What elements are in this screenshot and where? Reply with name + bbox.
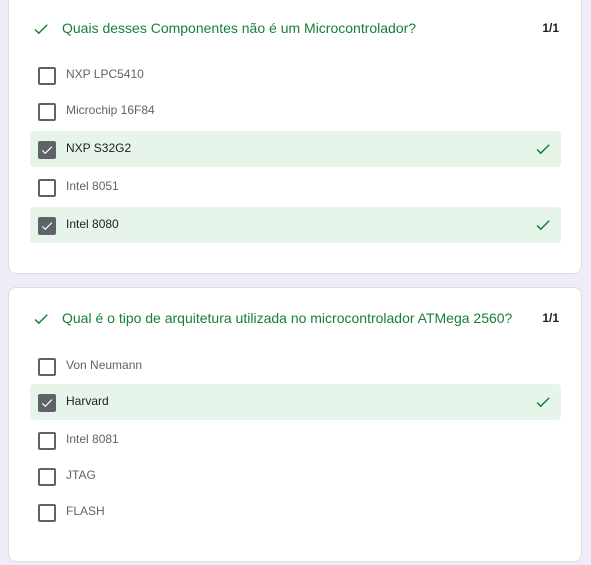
- option-item-correct[interactable]: Harvard: [30, 384, 561, 420]
- question-score: 1/1: [542, 21, 559, 35]
- checkbox[interactable]: [38, 504, 56, 522]
- option-label: NXP S32G2: [66, 141, 132, 155]
- question-card-2: Qual é o tipo de arquitetura utilizada n…: [8, 287, 582, 562]
- option-item-correct[interactable]: Intel 8080: [30, 207, 561, 243]
- checkbox-checked[interactable]: [38, 394, 56, 412]
- option-label: Harvard: [66, 394, 109, 408]
- checkbox[interactable]: [38, 432, 56, 450]
- checkbox[interactable]: [38, 67, 56, 85]
- checkbox-checked[interactable]: [38, 217, 56, 235]
- correct-check-icon: [536, 397, 550, 408]
- option-label: Von Neumann: [66, 358, 143, 372]
- option-item[interactable]: Microchip 16F84: [30, 93, 561, 129]
- checkbox-checked[interactable]: [38, 141, 56, 159]
- checkbox[interactable]: [38, 468, 56, 486]
- option-item[interactable]: JTAG: [30, 458, 561, 494]
- checkmark-icon: [41, 399, 53, 408]
- checkbox[interactable]: [38, 103, 56, 121]
- option-label: Intel 8081: [66, 432, 119, 446]
- question-score: 1/1: [542, 311, 559, 325]
- option-label: FLASH: [66, 504, 105, 518]
- option-label: Intel 8051: [66, 179, 119, 193]
- question-header: Qual é o tipo de arquitetura utilizada n…: [9, 307, 581, 331]
- option-item[interactable]: NXP LPC5410: [30, 57, 561, 93]
- option-label: Intel 8080: [66, 217, 119, 231]
- option-item-correct[interactable]: NXP S32G2: [30, 131, 561, 167]
- option-item[interactable]: FLASH: [30, 494, 561, 530]
- option-item[interactable]: Intel 8051: [30, 169, 561, 205]
- checkmark-icon: [41, 222, 53, 231]
- checkmark-icon: [41, 146, 53, 155]
- option-item[interactable]: Intel 8081: [30, 422, 561, 458]
- option-item[interactable]: Von Neumann: [30, 348, 561, 384]
- checkbox[interactable]: [38, 358, 56, 376]
- question-title: Qual é o tipo de arquitetura utilizada n…: [62, 310, 513, 326]
- question-card-1: Quais desses Componentes não é um Microc…: [8, 0, 582, 274]
- correct-check-icon: [536, 220, 550, 231]
- question-header: Quais desses Componentes não é um Microc…: [9, 17, 581, 41]
- correct-check-icon: [536, 144, 550, 155]
- question-title: Quais desses Componentes não é um Microc…: [62, 20, 417, 36]
- check-icon: [34, 314, 48, 325]
- checkbox[interactable]: [38, 179, 56, 197]
- option-label: JTAG: [66, 468, 96, 482]
- option-label: NXP LPC5410: [66, 67, 144, 81]
- option-label: Microchip 16F84: [66, 103, 155, 117]
- check-icon: [34, 24, 48, 35]
